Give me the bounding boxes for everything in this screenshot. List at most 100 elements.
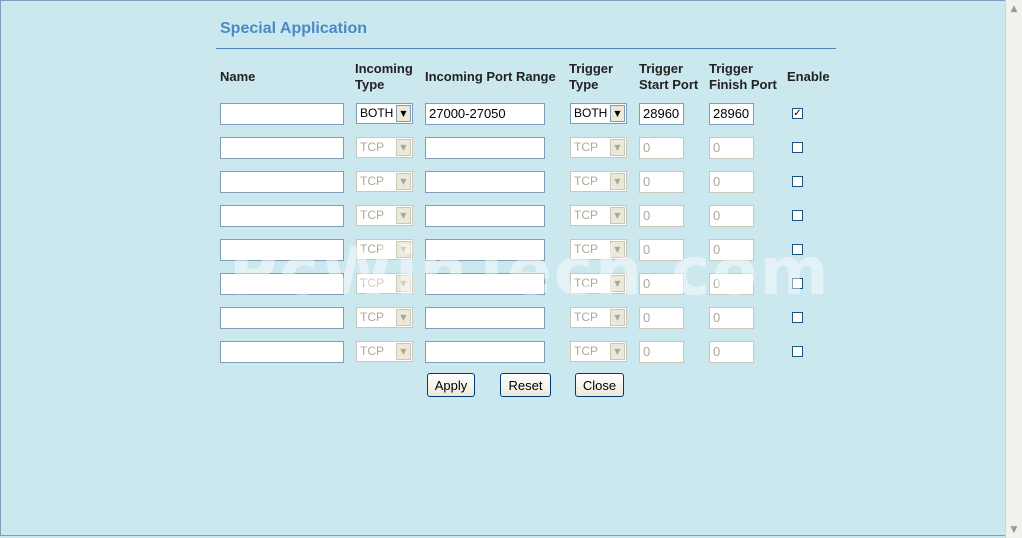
name-input[interactable] bbox=[220, 341, 344, 363]
chevron-down-icon[interactable]: ▼ bbox=[610, 275, 625, 292]
trigger-finish-port-input[interactable]: 0 bbox=[709, 273, 754, 295]
name-input[interactable] bbox=[220, 137, 344, 159]
trigger-finish-port-input[interactable]: 0 bbox=[709, 171, 754, 193]
trigger-finish-port-input[interactable]: 0 bbox=[709, 205, 754, 227]
incoming-type-select[interactable]: TCP ▼ bbox=[356, 205, 413, 226]
trigger-start-port-input[interactable]: 0 bbox=[639, 239, 684, 261]
incoming-type-value: BOTH bbox=[360, 106, 394, 120]
trigger-start-port-input[interactable]: 28960 bbox=[639, 103, 684, 125]
chevron-down-icon[interactable]: ▼ bbox=[396, 309, 411, 326]
reset-button[interactable]: Reset bbox=[500, 373, 551, 397]
trigger-type-value: BOTH bbox=[574, 106, 608, 120]
header-incoming-type: Incoming Type bbox=[355, 61, 413, 93]
enable-checkbox[interactable]: ✓ bbox=[792, 108, 803, 119]
trigger-type-select[interactable]: TCP ▼ bbox=[570, 307, 627, 328]
close-button[interactable]: Close bbox=[575, 373, 624, 397]
name-input[interactable] bbox=[220, 239, 344, 261]
header-name: Name bbox=[220, 69, 256, 84]
trigger-finish-port-input[interactable]: 0 bbox=[709, 341, 754, 363]
trigger-finish-port-input[interactable]: 28960 bbox=[709, 103, 754, 125]
table-row: TCP ▼ TCP ▼ 0 0 bbox=[1, 137, 1001, 159]
incoming-type-select[interactable]: TCP ▼ bbox=[356, 341, 413, 362]
trigger-type-select[interactable]: TCP ▼ bbox=[570, 137, 627, 158]
vertical-scrollbar[interactable]: ▲ ▼ bbox=[1005, 0, 1022, 538]
trigger-type-select[interactable]: TCP ▼ bbox=[570, 205, 627, 226]
name-input[interactable] bbox=[220, 103, 344, 125]
title-divider bbox=[216, 48, 836, 49]
incoming-type-select[interactable]: TCP ▼ bbox=[356, 137, 413, 158]
incoming-port-range-input[interactable] bbox=[425, 205, 545, 227]
chevron-down-icon[interactable]: ▼ bbox=[396, 105, 411, 122]
header-trigger-start-line1: Trigger bbox=[639, 61, 684, 76]
trigger-type-select[interactable]: BOTH ▼ bbox=[570, 103, 627, 124]
incoming-type-select[interactable]: TCP ▼ bbox=[356, 171, 413, 192]
chevron-down-icon[interactable]: ▼ bbox=[610, 207, 625, 224]
enable-checkbox[interactable] bbox=[792, 244, 803, 255]
trigger-type-select[interactable]: TCP ▼ bbox=[570, 239, 627, 260]
incoming-port-range-input[interactable] bbox=[425, 137, 545, 159]
enable-checkbox[interactable] bbox=[792, 142, 803, 153]
table-row: TCP ▼ TCP ▼ 0 0 bbox=[1, 307, 1001, 329]
chevron-down-icon[interactable]: ▼ bbox=[610, 309, 625, 326]
trigger-type-select[interactable]: TCP ▼ bbox=[570, 273, 627, 294]
chevron-down-icon[interactable]: ▼ bbox=[610, 343, 625, 360]
header-trigger-type-line2: Type bbox=[569, 77, 599, 92]
incoming-port-range-input[interactable] bbox=[425, 307, 545, 329]
chevron-down-icon[interactable]: ▼ bbox=[610, 241, 625, 258]
header-incoming-type-line1: Incoming bbox=[355, 61, 413, 76]
incoming-type-select[interactable]: TCP ▼ bbox=[356, 273, 413, 294]
page-title: Special Application bbox=[220, 20, 367, 37]
chevron-down-icon[interactable]: ▼ bbox=[396, 241, 411, 258]
trigger-type-select[interactable]: TCP ▼ bbox=[570, 341, 627, 362]
incoming-port-range-input[interactable] bbox=[425, 273, 545, 295]
name-input[interactable] bbox=[220, 171, 344, 193]
trigger-start-port-input[interactable]: 0 bbox=[639, 171, 684, 193]
scroll-down-icon[interactable]: ▼ bbox=[1006, 521, 1022, 538]
enable-checkbox[interactable] bbox=[792, 176, 803, 187]
trigger-finish-port-input[interactable]: 0 bbox=[709, 307, 754, 329]
incoming-type-select[interactable]: TCP ▼ bbox=[356, 307, 413, 328]
incoming-port-range-input[interactable] bbox=[425, 341, 545, 363]
name-input[interactable] bbox=[220, 273, 344, 295]
chevron-down-icon[interactable]: ▼ bbox=[610, 105, 625, 122]
trigger-type-value: TCP bbox=[574, 140, 598, 154]
trigger-finish-port-input[interactable]: 0 bbox=[709, 239, 754, 261]
name-input[interactable] bbox=[220, 307, 344, 329]
trigger-start-port-input[interactable]: 0 bbox=[639, 307, 684, 329]
header-trigger-start-line2: Start Port bbox=[639, 77, 699, 92]
incoming-type-value: TCP bbox=[360, 208, 384, 222]
incoming-port-range-input[interactable]: 27000-27050 bbox=[425, 103, 545, 125]
chevron-down-icon[interactable]: ▼ bbox=[396, 139, 411, 156]
incoming-type-value: TCP bbox=[360, 242, 384, 256]
trigger-finish-port-input[interactable]: 0 bbox=[709, 137, 754, 159]
header-trigger-finish-line1: Trigger bbox=[709, 61, 754, 76]
trigger-type-value: TCP bbox=[574, 242, 598, 256]
trigger-start-port-input[interactable]: 0 bbox=[639, 205, 684, 227]
trigger-type-select[interactable]: TCP ▼ bbox=[570, 171, 627, 192]
incoming-port-range-input[interactable] bbox=[425, 239, 545, 261]
chevron-down-icon[interactable]: ▼ bbox=[396, 275, 411, 292]
header-trigger-type: Trigger Type bbox=[569, 61, 613, 93]
name-input[interactable] bbox=[220, 205, 344, 227]
enable-checkbox[interactable] bbox=[792, 210, 803, 221]
enable-checkbox[interactable] bbox=[792, 278, 803, 289]
chevron-down-icon[interactable]: ▼ bbox=[396, 207, 411, 224]
scroll-up-icon[interactable]: ▲ bbox=[1006, 0, 1022, 17]
enable-checkbox[interactable] bbox=[792, 312, 803, 323]
chevron-down-icon[interactable]: ▼ bbox=[396, 173, 411, 190]
chevron-down-icon[interactable]: ▼ bbox=[396, 343, 411, 360]
chevron-down-icon[interactable]: ▼ bbox=[610, 139, 625, 156]
apply-button[interactable]: Apply bbox=[427, 373, 475, 397]
header-trigger-type-line1: Trigger bbox=[569, 61, 614, 76]
header-trigger-finish-line2: Finish Port bbox=[709, 77, 777, 92]
incoming-type-select[interactable]: BOTH ▼ bbox=[356, 103, 413, 124]
incoming-type-value: TCP bbox=[360, 174, 384, 188]
incoming-type-select[interactable]: TCP ▼ bbox=[356, 239, 413, 260]
trigger-type-value: TCP bbox=[574, 276, 598, 290]
chevron-down-icon[interactable]: ▼ bbox=[610, 173, 625, 190]
trigger-start-port-input[interactable]: 0 bbox=[639, 137, 684, 159]
incoming-port-range-input[interactable] bbox=[425, 171, 545, 193]
trigger-start-port-input[interactable]: 0 bbox=[639, 273, 684, 295]
enable-checkbox[interactable] bbox=[792, 346, 803, 357]
trigger-start-port-input[interactable]: 0 bbox=[639, 341, 684, 363]
